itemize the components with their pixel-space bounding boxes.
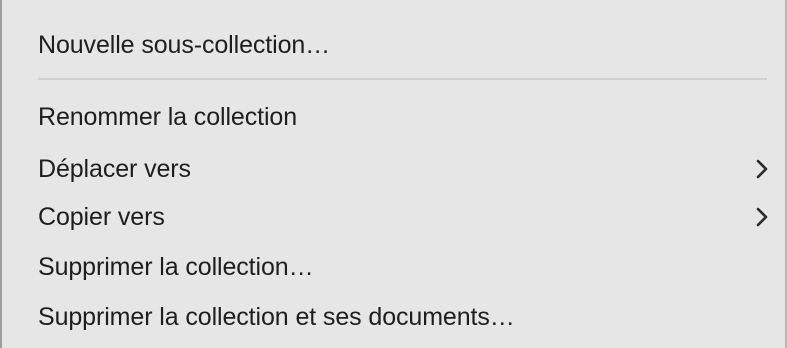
menu-item-label: Renommer la collection — [38, 102, 298, 131]
menu-item-label: Supprimer la collection… — [38, 252, 314, 281]
menu-item-move-to[interactable]: Déplacer vers — [38, 149, 773, 189]
menu-item-label: Copier vers — [38, 202, 165, 231]
menu-item-delete-collection[interactable]: Supprimer la collection… — [38, 247, 773, 287]
menu-separator — [38, 78, 767, 80]
menu-item-label: Nouvelle sous-collection… — [38, 30, 331, 59]
chevron-right-icon — [751, 154, 773, 184]
context-menu: Nouvelle sous-collection… Renommer la co… — [0, 0, 787, 348]
menu-item-rename-collection[interactable]: Renommer la collection — [38, 97, 773, 137]
chevron-right-icon — [751, 202, 773, 232]
menu-item-label: Supprimer la collection et ses documents… — [38, 302, 515, 331]
menu-item-copy-to[interactable]: Copier vers — [38, 197, 773, 237]
menu-item-new-subcollection[interactable]: Nouvelle sous-collection… — [38, 25, 773, 65]
menu-item-label: Déplacer vers — [38, 154, 191, 183]
menu-item-delete-collection-and-documents[interactable]: Supprimer la collection et ses documents… — [38, 297, 773, 337]
